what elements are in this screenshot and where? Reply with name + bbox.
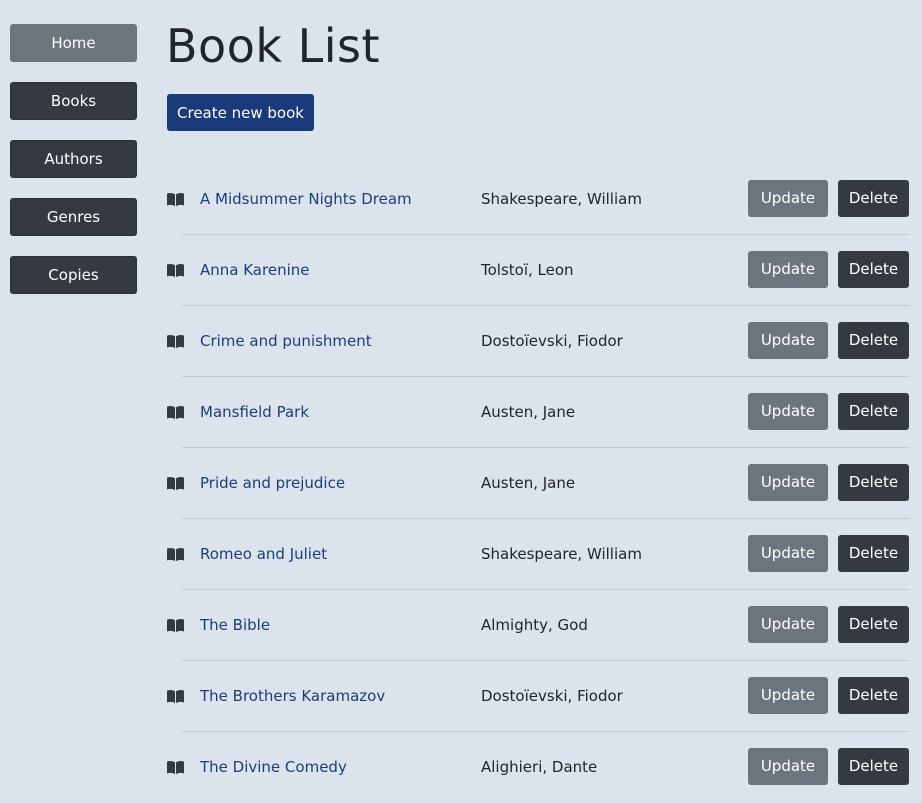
book-row: Crime and punishment Dostoïevski, Fiodor… [166,306,910,377]
book-row: Pride and prejudice Austen, Jane Update … [166,448,910,519]
update-button[interactable]: Update [748,464,828,501]
book-title-link[interactable]: Crime and punishment [200,331,372,351]
book-author: Shakespeare, William [481,545,642,563]
book-open-icon [166,192,185,207]
page-title: Book List [166,19,381,73]
update-button[interactable]: Update [748,322,828,359]
book-open-icon [166,547,185,562]
book-author: Dostoïevski, Fiodor [481,687,623,705]
book-row: A Midsummer Nights Dream Shakespeare, Wi… [166,164,910,235]
book-title-link[interactable]: Mansfield Park [200,402,309,422]
book-title-link[interactable]: The Brothers Karamazov [200,686,385,706]
sidebar-item-genres[interactable]: Genres [10,198,137,236]
sidebar-item-authors[interactable]: Authors [10,140,137,178]
book-title-link[interactable]: The Bible [200,615,270,635]
book-open-icon [166,405,185,420]
update-button[interactable]: Update [748,393,828,430]
book-author: Almighty, God [481,616,588,634]
sidebar-item-home[interactable]: Home [10,24,137,62]
book-author: Dostoïevski, Fiodor [481,332,623,350]
delete-button[interactable]: Delete [838,393,909,430]
update-button[interactable]: Update [748,535,828,572]
update-button[interactable]: Update [748,251,828,288]
book-author: Shakespeare, William [481,190,642,208]
book-open-icon [166,760,185,775]
delete-button[interactable]: Delete [838,677,909,714]
book-list: A Midsummer Nights Dream Shakespeare, Wi… [166,164,910,803]
book-title-link[interactable]: Romeo and Juliet [200,544,327,564]
sidebar: Home Books Authors Genres Copies [10,24,137,314]
delete-button[interactable]: Delete [838,251,909,288]
sidebar-item-books[interactable]: Books [10,82,137,120]
delete-button[interactable]: Delete [838,464,909,501]
sidebar-item-copies[interactable]: Copies [10,256,137,294]
book-open-icon [166,689,185,704]
book-open-icon [166,476,185,491]
book-author: Austen, Jane [481,474,576,492]
delete-button[interactable]: Delete [838,535,909,572]
book-author: Austen, Jane [481,403,576,421]
book-row: Romeo and Juliet Shakespeare, William Up… [166,519,910,590]
book-author: Tolstoï, Leon [481,261,574,279]
update-button[interactable]: Update [748,606,828,643]
book-row: The Bible Almighty, God Update Delete [166,590,910,661]
update-button[interactable]: Update [748,677,828,714]
delete-button[interactable]: Delete [838,180,909,217]
delete-button[interactable]: Delete [838,322,909,359]
create-book-button[interactable]: Create new book [167,94,314,131]
book-open-icon [166,334,185,349]
update-button[interactable]: Update [748,180,828,217]
book-title-link[interactable]: A Midsummer Nights Dream [200,189,412,209]
book-row: The Brothers Karamazov Dostoïevski, Fiod… [166,661,910,732]
book-open-icon [166,263,185,278]
book-author: Alighieri, Dante [481,758,598,776]
book-open-icon [166,618,185,633]
update-button[interactable]: Update [748,748,828,785]
delete-button[interactable]: Delete [838,606,909,643]
book-row: The Divine Comedy Alighieri, Dante Updat… [166,732,910,803]
book-row: Mansfield Park Austen, Jane Update Delet… [166,377,910,448]
book-title-link[interactable]: Anna Karenine [200,260,309,280]
book-title-link[interactable]: The Divine Comedy [200,757,347,777]
book-title-link[interactable]: Pride and prejudice [200,473,345,493]
book-row: Anna Karenine Tolstoï, Leon Update Delet… [166,235,910,306]
delete-button[interactable]: Delete [838,748,909,785]
